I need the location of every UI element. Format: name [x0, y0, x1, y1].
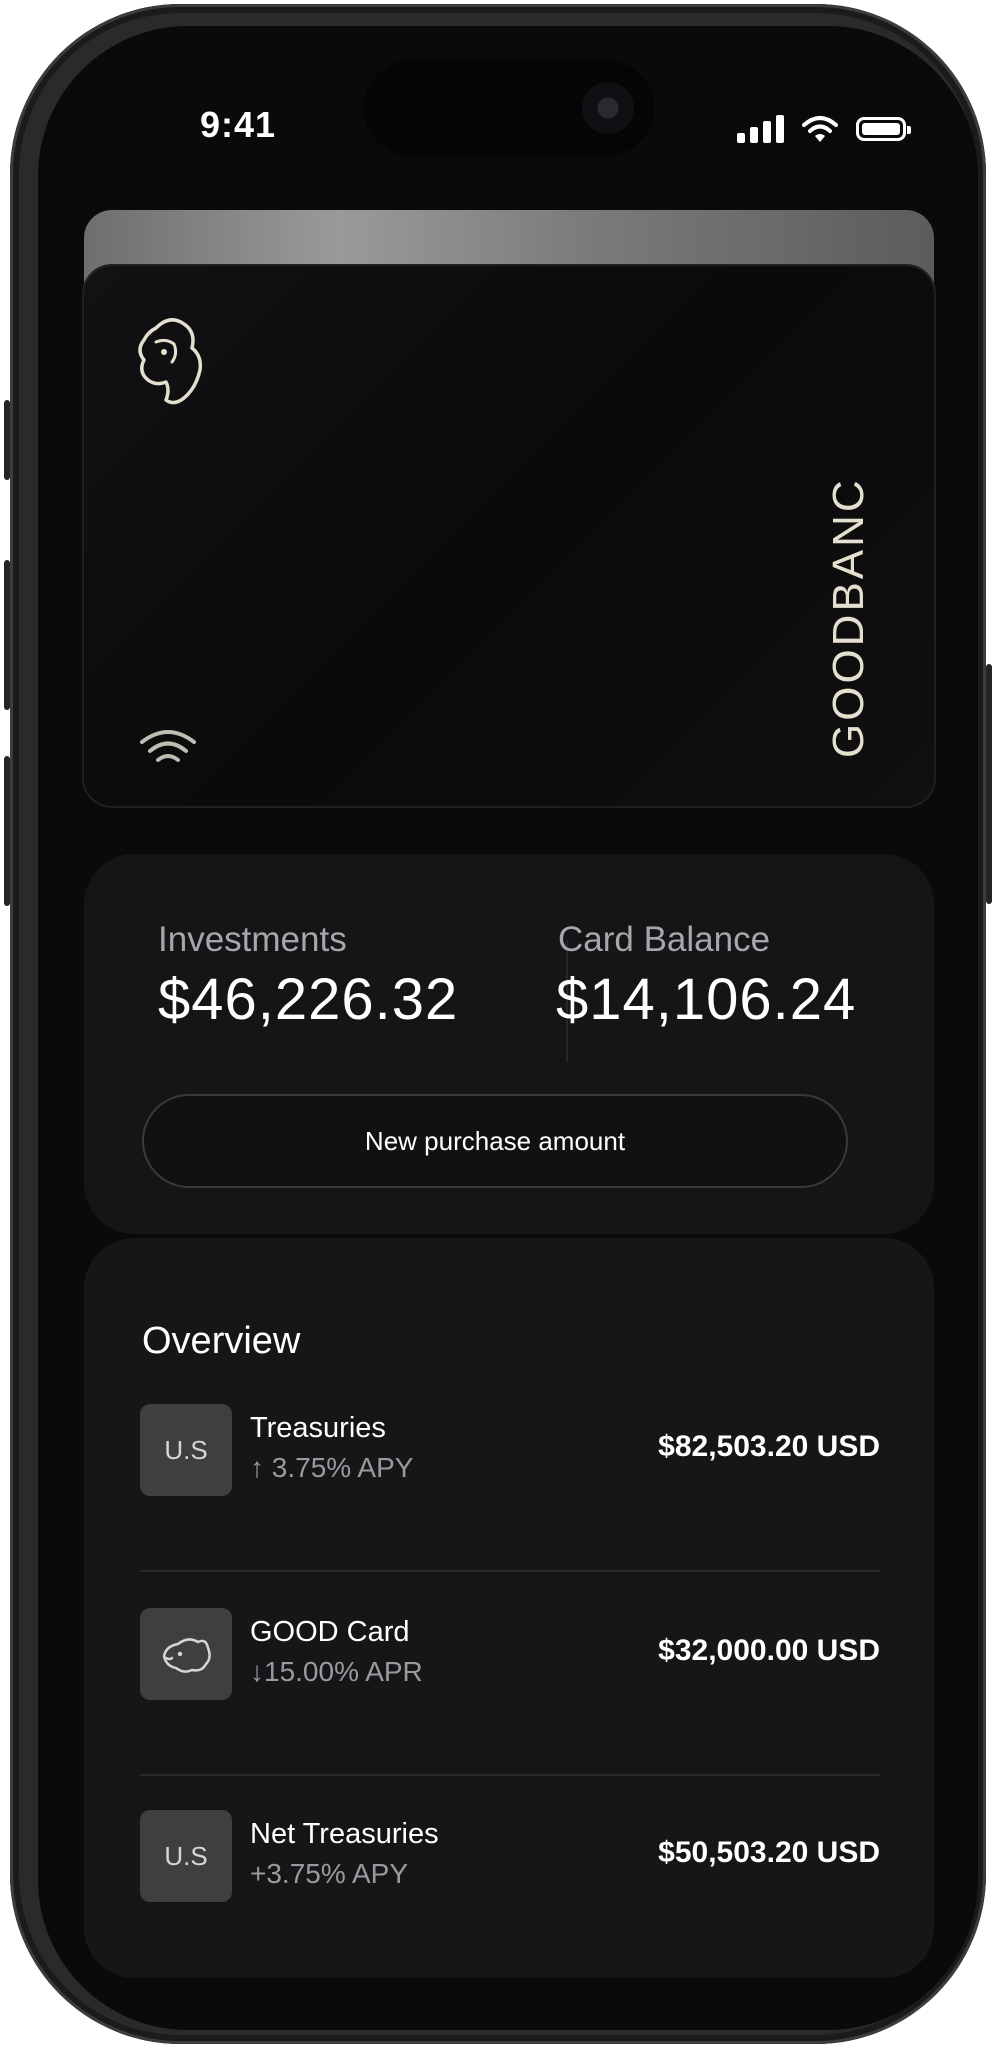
action-button: [4, 400, 10, 480]
investments-label: Investments: [158, 920, 347, 959]
row-name: GOOD Card: [250, 1616, 410, 1648]
row-amount: $50,503.20 USD: [658, 1836, 880, 1869]
contactless-icon: [140, 730, 196, 762]
status-time: 9:41: [199, 104, 277, 145]
volume-down-button: [4, 756, 10, 906]
investments-value: $46,226.32: [158, 967, 459, 1032]
power-button: [986, 664, 992, 904]
new-purchase-amount-button[interactable]: New purchase amount: [142, 1094, 848, 1188]
row-rate: +3.75% APY: [250, 1858, 409, 1889]
row-divider: [140, 1570, 880, 1572]
dog-logo-icon: [138, 318, 203, 405]
row-amount: $82,503.20 USD: [658, 1430, 880, 1463]
row-name: Treasuries: [250, 1412, 386, 1444]
dynamic-island: [364, 60, 654, 156]
status-icons: [737, 114, 911, 144]
overview-row-good-card[interactable]: GOOD Card ↓15.00% APR $32,000.00 USD: [140, 1608, 880, 1718]
overview-panel: Overview U.S Treasuries ↑ 3.75% APY $82,…: [84, 1238, 934, 1978]
camera-icon: [582, 82, 634, 134]
us-flag-icon: U.S: [140, 1404, 232, 1496]
phone-frame: 9:41 GOODBANC Investments $46,226.32 Car…: [4, 4, 992, 2044]
cellular-signal-icon: [737, 115, 784, 143]
screen: 9:41 GOODBANC Investments $46,226.32 Car…: [38, 26, 978, 2030]
volume-up-button: [4, 560, 10, 710]
bank-card[interactable]: GOODBANC: [84, 266, 934, 806]
battery-icon: [856, 117, 911, 141]
card-brand: GOODBANC: [824, 477, 873, 758]
balances-panel: Investments $46,226.32 Card Balance $14,…: [84, 854, 934, 1234]
row-name: Net Treasuries: [250, 1818, 439, 1850]
overview-row-net-treasuries[interactable]: U.S Net Treasuries +3.75% APY $50,503.20…: [140, 1810, 880, 1920]
row-amount: $32,000.00 USD: [658, 1634, 880, 1667]
card-balance-value: $14,106.24: [556, 967, 857, 1032]
row-rate: ↓15.00% APR: [250, 1656, 423, 1687]
overview-row-treasuries[interactable]: U.S Treasuries ↑ 3.75% APY $82,503.20 US…: [140, 1404, 880, 1514]
us-flag-icon: U.S: [140, 1810, 232, 1902]
wifi-icon: [802, 116, 838, 142]
row-divider: [140, 1774, 880, 1776]
card-balance-label: Card Balance: [558, 920, 771, 959]
row-rate: ↑ 3.75% APY: [250, 1452, 414, 1483]
overview-title: Overview: [142, 1320, 301, 1362]
dog-head-icon: [140, 1608, 232, 1700]
